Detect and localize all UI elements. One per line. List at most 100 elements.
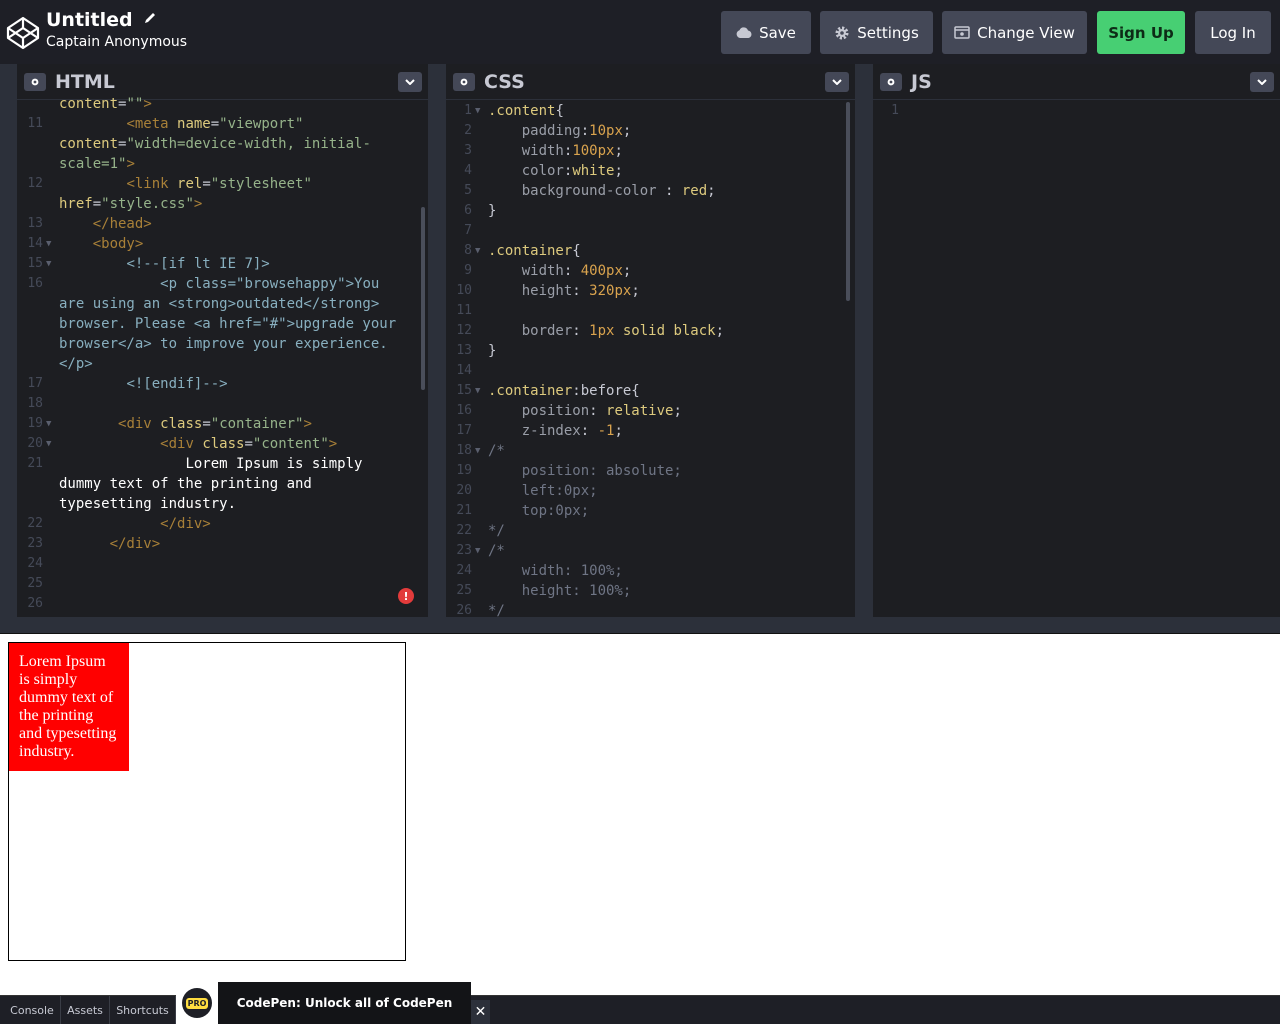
fold-arrow-icon[interactable]: ▼ bbox=[475, 101, 480, 121]
code-line[interactable]: 14 bbox=[446, 361, 855, 381]
pencil-icon[interactable] bbox=[143, 11, 157, 25]
js-chevron-down-icon[interactable] bbox=[1250, 72, 1274, 92]
line-number: 22 bbox=[456, 523, 472, 538]
code-line[interactable]: content=""> bbox=[17, 94, 428, 114]
log-in-button[interactable]: Log In bbox=[1195, 11, 1271, 54]
fold-arrow-icon[interactable]: ▼ bbox=[475, 381, 480, 401]
code-token: ; bbox=[614, 143, 623, 159]
code-line[interactable]: 18 ▼ /* bbox=[446, 441, 855, 461]
promo-text[interactable]: CodePen: Unlock all of CodePen bbox=[218, 982, 471, 1024]
code-line[interactable]: 9 width: 400px; bbox=[446, 261, 855, 281]
code-line[interactable]: 25 bbox=[17, 574, 428, 594]
line-number: 7 bbox=[464, 223, 472, 238]
fold-arrow-icon[interactable]: ▼ bbox=[475, 541, 480, 561]
line-number: 24 bbox=[456, 563, 472, 578]
code-token: class bbox=[160, 416, 203, 432]
css-settings-gear-icon[interactable] bbox=[453, 73, 475, 91]
code-line[interactable]: 24 width: 100%; bbox=[446, 561, 855, 581]
save-label: Save bbox=[759, 23, 796, 42]
code-line[interactable]: 14 ▼ <body> bbox=[17, 234, 428, 254]
code-line[interactable]: 6} bbox=[446, 201, 855, 221]
code-text: Lorem Ipsum is simply dummy text of the … bbox=[17, 454, 428, 514]
code-line[interactable]: 1 ▼ .content{ bbox=[446, 101, 855, 121]
code-text: */ bbox=[446, 521, 855, 541]
code-line[interactable]: 20 ▼ <div class="content"> bbox=[17, 434, 428, 454]
code-line[interactable]: 11 <meta name="viewport" content="width=… bbox=[17, 114, 428, 174]
code-line[interactable]: 11 bbox=[446, 301, 855, 321]
save-button[interactable]: Save bbox=[721, 11, 811, 54]
code-line[interactable]: 13} bbox=[446, 341, 855, 361]
code-line[interactable]: 7 bbox=[446, 221, 855, 241]
code-line[interactable]: 4 color:white; bbox=[446, 161, 855, 181]
fold-arrow-icon[interactable]: ▼ bbox=[46, 434, 51, 454]
code-line[interactable]: 21 top:0px; bbox=[446, 501, 855, 521]
code-token: ; bbox=[622, 123, 632, 139]
sign-up-button[interactable]: Sign Up bbox=[1097, 11, 1185, 54]
pane-resizer-handle[interactable] bbox=[0, 617, 1280, 634]
code-line[interactable]: 19 ▼ <div class="container"> bbox=[17, 414, 428, 434]
css-chevron-down-icon[interactable] bbox=[825, 72, 849, 92]
code-line[interactable]: 23 </div> bbox=[17, 534, 428, 554]
code-line[interactable]: 15 ▼ .container:before{ bbox=[446, 381, 855, 401]
js-code-editor[interactable]: 1 bbox=[873, 101, 1280, 121]
assets-button[interactable]: Assets bbox=[61, 996, 110, 1024]
code-text: .content{ bbox=[446, 101, 855, 121]
fold-arrow-icon[interactable]: ▼ bbox=[475, 441, 480, 461]
line-number: 12 bbox=[27, 176, 43, 191]
fold-arrow-icon[interactable]: ▼ bbox=[46, 254, 51, 274]
code-line[interactable]: 26 */ bbox=[446, 601, 855, 617]
code-line[interactable]: 19 position: absolute; bbox=[446, 461, 855, 481]
shortcuts-button[interactable]: Shortcuts bbox=[110, 996, 176, 1024]
code-line[interactable]: 17 <![endif]--> bbox=[17, 374, 428, 394]
code-line[interactable]: 5 background-color : red; bbox=[446, 181, 855, 201]
css-scrollbar[interactable] bbox=[846, 102, 850, 301]
code-line[interactable]: 23 ▼ /* bbox=[446, 541, 855, 561]
code-text: } bbox=[446, 201, 855, 221]
fold-arrow-icon[interactable]: ▼ bbox=[475, 241, 480, 261]
close-icon[interactable]: ✕ bbox=[471, 1000, 490, 1024]
pen-title[interactable]: Untitled bbox=[46, 9, 133, 31]
code-line[interactable]: 26 bbox=[17, 594, 428, 614]
code-line[interactable]: 20 left:0px; bbox=[446, 481, 855, 501]
code-line[interactable]: 18 bbox=[17, 394, 428, 414]
code-line[interactable]: 21 Lorem Ipsum is simply dummy text of t… bbox=[17, 454, 428, 514]
pro-promo-banner[interactable]: PRO CodePen: Unlock all of CodePen bbox=[176, 982, 471, 1024]
code-line[interactable]: 25 height: 100%; bbox=[446, 581, 855, 601]
fold-arrow-icon[interactable]: ▼ bbox=[46, 414, 51, 434]
change-view-button[interactable]: Change View bbox=[942, 11, 1087, 54]
js-settings-gear-icon[interactable] bbox=[880, 73, 902, 91]
code-line[interactable]: 10 height: 320px; bbox=[446, 281, 855, 301]
settings-button[interactable]: Settings bbox=[820, 11, 933, 54]
fold-arrow-icon[interactable]: ▼ bbox=[46, 234, 51, 254]
codepen-logo-icon[interactable] bbox=[6, 16, 40, 50]
pro-badge-label: PRO bbox=[185, 997, 209, 1009]
code-line[interactable]: 8 ▼ .container{ bbox=[446, 241, 855, 261]
css-code-editor[interactable]: 1 ▼ .content{2 padding:10px; 3 width:100px;… bbox=[446, 101, 855, 617]
code-line[interactable]: 2 padding:10px; bbox=[446, 121, 855, 141]
code-line[interactable]: 15 ▼ <!--[if lt IE 7]> bbox=[17, 254, 428, 274]
code-line[interactable]: 12 <link rel="stylesheet" href="style.cs… bbox=[17, 174, 428, 214]
html-chevron-down-icon[interactable] bbox=[398, 72, 422, 92]
code-token: > bbox=[328, 436, 338, 452]
code-line[interactable]: 12 border: 1px solid black; bbox=[446, 321, 855, 341]
code-text: width: 100%; bbox=[446, 561, 855, 581]
code-line[interactable]: 3 width:100px; bbox=[446, 141, 855, 161]
code-line[interactable]: 17 z-index: -1; bbox=[446, 421, 855, 441]
result-preview: Lorem Ipsum is simply dummy text of the … bbox=[0, 634, 1280, 995]
console-button[interactable]: Console bbox=[4, 996, 61, 1024]
code-line[interactable]: 24 bbox=[17, 554, 428, 574]
code-line[interactable]: 22 </div> bbox=[17, 514, 428, 534]
code-line[interactable]: 16 position: relative; bbox=[446, 401, 855, 421]
code-line[interactable]: 13 </head> bbox=[17, 214, 428, 234]
html-settings-gear-icon[interactable] bbox=[24, 73, 46, 91]
code-token: color bbox=[488, 163, 564, 179]
html-code-editor[interactable]: content=""> 11 <meta name="viewport" cont… bbox=[17, 94, 428, 614]
code-line[interactable]: 16 <p class="browsehappy">You are using … bbox=[17, 274, 428, 374]
code-line[interactable]: 1 bbox=[873, 101, 1280, 121]
code-token: <link bbox=[59, 176, 178, 192]
code-line[interactable]: 22 */ bbox=[446, 521, 855, 541]
html-scrollbar[interactable] bbox=[421, 207, 425, 390]
line-number: 11 bbox=[27, 116, 43, 131]
error-icon[interactable]: ! bbox=[398, 588, 414, 604]
code-token: { bbox=[555, 103, 564, 119]
